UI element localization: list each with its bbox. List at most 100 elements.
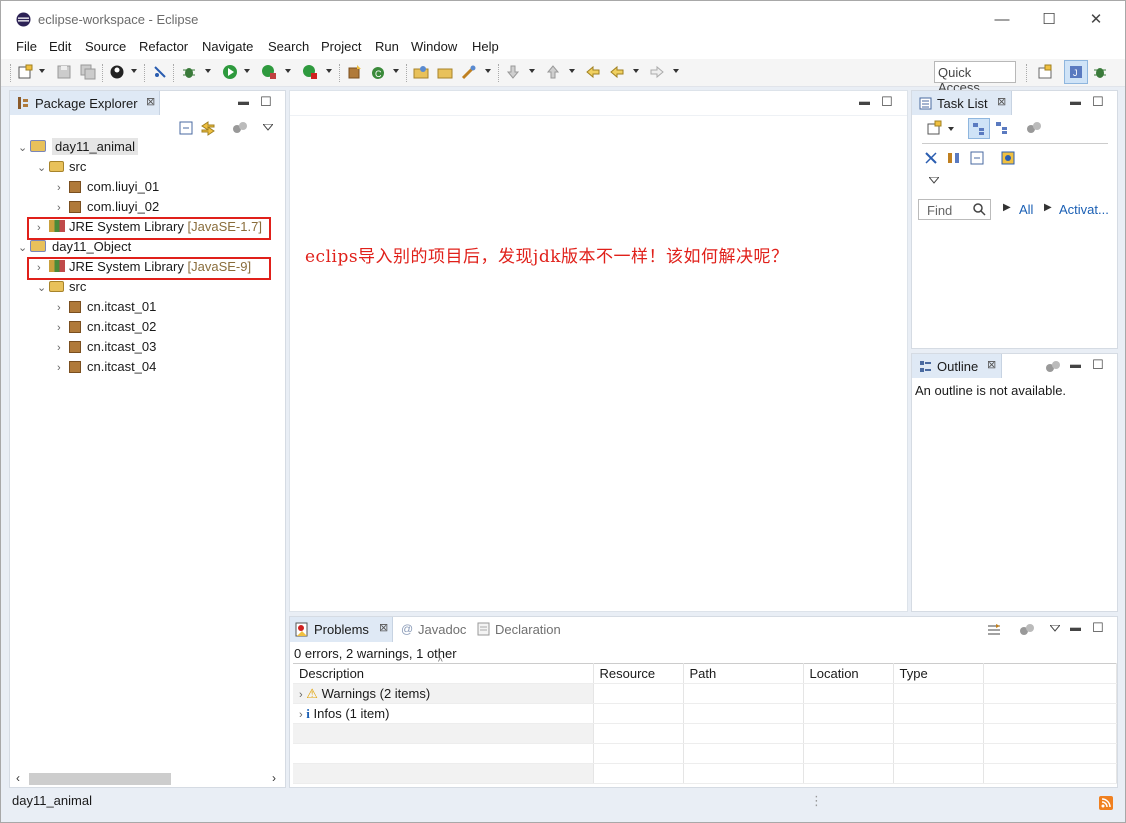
menu-navigate[interactable]: Navigate — [202, 39, 253, 54]
expand-icon[interactable]: ⌄ — [18, 141, 30, 154]
previous-annotation-icon[interactable] — [545, 64, 561, 80]
open-type-icon[interactable] — [413, 64, 429, 80]
tab-declaration[interactable]: Declaration — [495, 622, 561, 637]
search-icon[interactable] — [973, 203, 986, 216]
view-menu-icon[interactable] — [1050, 625, 1060, 632]
new-task-dropdown[interactable] — [948, 127, 954, 131]
collapse-icon[interactable]: › — [57, 362, 69, 374]
focus-icon[interactable] — [1026, 121, 1042, 135]
warnings-cell[interactable]: › ⚠ Warnings (2 items) — [293, 683, 594, 704]
new-task-icon[interactable] — [926, 120, 942, 136]
focus-icon[interactable] — [232, 121, 248, 135]
view-menu-icon[interactable] — [929, 177, 939, 184]
run-dropdown[interactable] — [244, 69, 250, 73]
collapse-icon[interactable]: › — [57, 182, 69, 194]
debug-icon[interactable] — [181, 64, 197, 80]
forward-icon[interactable] — [649, 64, 665, 80]
focus-icon[interactable] — [1019, 623, 1035, 637]
tree-item-package[interactable]: › cn.itcast_01 — [57, 299, 156, 319]
view-menu-icon[interactable] — [263, 124, 273, 131]
synchronize-icon[interactable] — [946, 150, 962, 166]
new-icon[interactable] — [17, 64, 33, 80]
search-tool-icon[interactable] — [461, 64, 477, 80]
close-tab-icon[interactable]: ⊠ — [146, 95, 155, 108]
menu-help[interactable]: Help — [472, 39, 499, 54]
external-tools-dropdown[interactable] — [326, 69, 332, 73]
close-tab-icon[interactable]: ⊠ — [987, 358, 996, 371]
collapse-all-icon[interactable] — [179, 121, 193, 135]
back-icon[interactable] — [609, 64, 625, 80]
all-link[interactable]: All — [1019, 202, 1033, 217]
profile-icon[interactable] — [109, 64, 125, 80]
coverage-icon[interactable] — [261, 64, 277, 80]
notifications-icon[interactable] — [1099, 796, 1113, 810]
expand-icon[interactable]: ⌄ — [37, 161, 49, 174]
scroll-left-icon[interactable]: ‹ — [16, 771, 20, 785]
java-perspective-button[interactable]: J — [1064, 60, 1088, 84]
tab-javadoc[interactable]: Javadoc — [418, 622, 466, 637]
infos-cell[interactable]: › i Infos (1 item) — [293, 703, 594, 724]
close-tab-icon[interactable]: ⊠ — [997, 95, 1006, 108]
collapse-icon[interactable]: › — [57, 342, 69, 354]
tree-item-project[interactable]: ⌄ day11_Object — [18, 239, 131, 259]
tree-item-package[interactable]: › com.liuyi_02 — [57, 199, 159, 219]
menu-project[interactable]: Project — [321, 39, 361, 54]
tree-item-package[interactable]: › cn.itcast_03 — [57, 339, 156, 359]
open-task-icon[interactable] — [437, 64, 453, 80]
previous-annotation-dropdown[interactable] — [569, 69, 575, 73]
tree-item-folder[interactable]: ⌄ src — [37, 279, 86, 299]
maximize-button[interactable]: ☐ — [1026, 7, 1072, 33]
search-dropdown[interactable] — [485, 69, 491, 73]
focus-icon[interactable] — [1045, 360, 1061, 374]
tree-item-package[interactable]: › cn.itcast_04 — [57, 359, 156, 379]
column-location[interactable]: Location — [803, 663, 894, 684]
new-java-package-icon[interactable] — [346, 64, 362, 80]
menu-edit[interactable]: Edit — [49, 39, 71, 54]
next-annotation-dropdown[interactable] — [529, 69, 535, 73]
close-window-button[interactable]: ✕ — [1073, 7, 1119, 33]
new-java-class-icon[interactable]: C — [370, 64, 386, 80]
quick-access-field[interactable]: Quick Access — [934, 61, 1016, 95]
expand-icon[interactable]: › — [299, 689, 303, 701]
column-description[interactable]: Description — [293, 663, 594, 684]
debug-perspective-icon[interactable] — [1092, 64, 1108, 80]
minimize-view-icon[interactable]: ▬ — [1070, 96, 1081, 108]
new-class-dropdown[interactable] — [393, 69, 399, 73]
menu-run[interactable]: Run — [375, 39, 399, 54]
task-repository-icon[interactable] — [1000, 150, 1016, 166]
save-all-icon[interactable] — [80, 64, 96, 80]
menu-search[interactable]: Search — [268, 39, 309, 54]
next-annotation-icon[interactable] — [505, 64, 521, 80]
table-row[interactable]: › i Infos (1 item) — [293, 703, 1117, 724]
collapse-icon[interactable]: › — [57, 322, 69, 334]
menu-window[interactable]: Window — [411, 39, 457, 54]
find-input[interactable]: Find — [918, 199, 991, 220]
menu-file[interactable]: File — [16, 39, 37, 54]
collapse-icon[interactable]: › — [57, 302, 69, 314]
link-with-editor-icon[interactable] — [200, 120, 216, 136]
tab-problems[interactable]: Problems ⊠ — [290, 617, 393, 642]
collapse-icon[interactable]: › — [57, 202, 69, 214]
close-tab-icon[interactable]: ⊠ — [379, 621, 388, 634]
editor-area[interactable]: ▬ ☐ eclips导入别的项目后，发现jdk版本不一样！该如何解决呢？ — [289, 90, 908, 612]
scrollbar-thumb[interactable] — [29, 773, 171, 785]
tab-package-explorer[interactable]: Package Explorer ⊠ — [10, 91, 160, 115]
back-dropdown[interactable] — [633, 69, 639, 73]
tree-item-project[interactable]: ⌄ day11_animal — [18, 138, 138, 159]
minimize-editor-icon[interactable]: ▬ — [859, 96, 870, 108]
tree-item-folder[interactable]: ⌄ src — [37, 159, 86, 179]
tab-task-list[interactable]: Task List ⊠ — [912, 91, 1012, 115]
collapse-all-icon[interactable] — [970, 151, 984, 165]
debug-dropdown[interactable] — [205, 69, 211, 73]
maximize-view-icon[interactable]: ☐ — [1092, 94, 1104, 110]
menu-refactor[interactable]: Refactor — [139, 39, 188, 54]
categorized-button[interactable] — [968, 118, 990, 139]
maximize-editor-icon[interactable]: ☐ — [881, 94, 893, 110]
forward-dropdown[interactable] — [673, 69, 679, 73]
scheduled-icon[interactable] — [995, 121, 1011, 135]
save-icon[interactable] — [56, 64, 72, 80]
tab-outline[interactable]: Outline ⊠ — [912, 354, 1002, 378]
run-icon[interactable] — [222, 64, 238, 80]
maximize-view-icon[interactable]: ☐ — [1092, 620, 1104, 636]
open-perspective-icon[interactable] — [1037, 64, 1053, 80]
